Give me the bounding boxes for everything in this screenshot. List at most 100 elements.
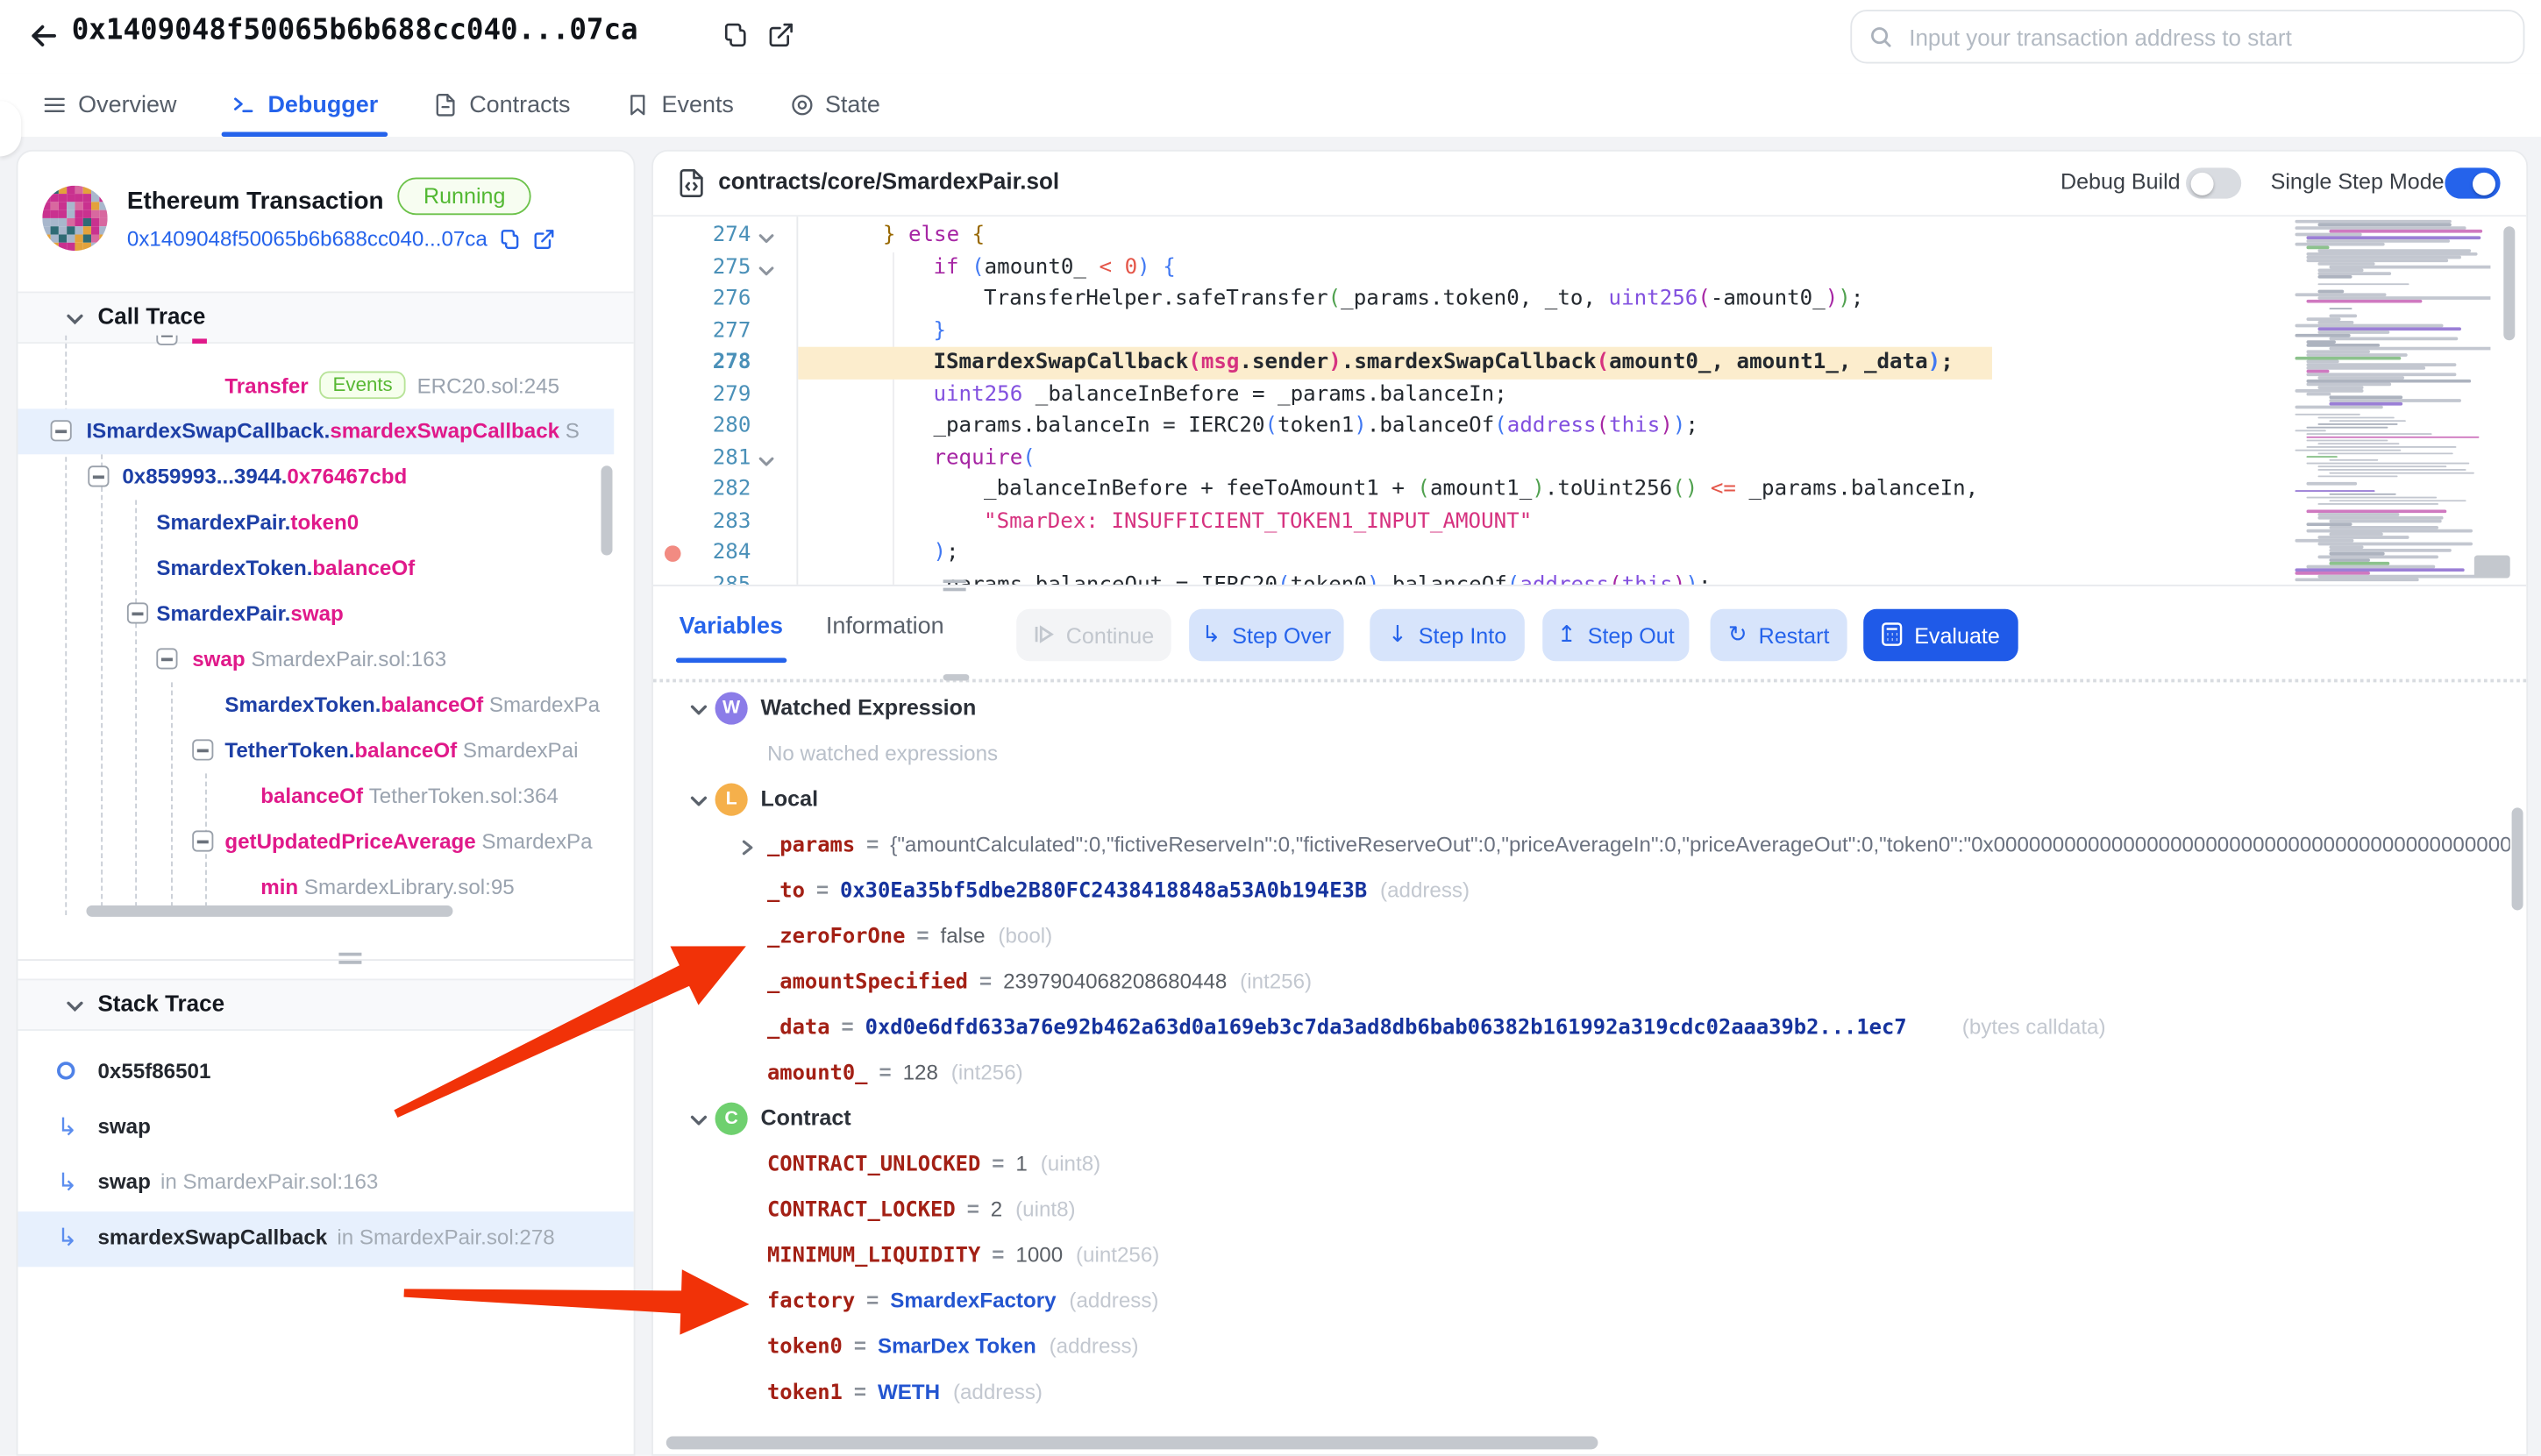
external-link-icon[interactable] — [767, 21, 795, 49]
search-input[interactable] — [1906, 22, 2507, 51]
step-into-button[interactable]: ↓Step Into — [1370, 609, 1524, 661]
restart-button[interactable]: ↻Restart — [1711, 609, 1847, 661]
line-number[interactable]: 276 — [680, 283, 751, 315]
tree-collapse-box[interactable] — [156, 336, 177, 345]
debug-build-label: Debug Build — [2061, 169, 2181, 194]
call-trace-row[interactable]: SmardexPair.swap — [18, 591, 614, 636]
line-number[interactable]: 285 — [680, 569, 751, 585]
variables-hscrollbar[interactable] — [666, 1436, 1598, 1449]
variable-value: 2 — [991, 1196, 1002, 1220]
code-line-281[interactable]: 281require( — [653, 442, 2528, 473]
stack-trace-row[interactable]: ↳swap — [18, 1101, 633, 1156]
resize-dotted-divider[interactable] — [653, 679, 2526, 683]
call-trace-label: getUpdatedPriceAverage SmardexPa — [224, 828, 592, 853]
tab-information[interactable]: Information — [822, 604, 947, 650]
back-icon[interactable] — [26, 18, 62, 53]
variables-vscrollbar[interactable] — [2512, 807, 2523, 910]
line-number[interactable]: 274 — [680, 220, 751, 252]
step-out-button[interactable]: ↥Step Out — [1542, 609, 1689, 661]
tab-contracts[interactable]: Contracts — [424, 74, 580, 137]
call-trace-row[interactable]: min SmardexLibrary.sol:95 — [18, 864, 614, 910]
call-trace-row[interactable]: getUpdatedPriceAverage SmardexPa — [18, 819, 614, 864]
chevron-down-icon[interactable] — [689, 1109, 708, 1128]
call-trace-row[interactable]: TransferEventsERC20.sol:245 — [18, 363, 614, 408]
code-line-274[interactable]: 274} else { — [653, 220, 2528, 252]
external-link-icon[interactable] — [533, 227, 556, 250]
code-line-276[interactable]: 276TransferHelper.safeTransfer(_params.t… — [653, 283, 2528, 315]
code-line-284[interactable]: 284); — [653, 537, 2528, 569]
line-number[interactable]: 279 — [680, 379, 751, 410]
tab-variables[interactable]: Variables — [676, 604, 786, 650]
fold-chevron-icon[interactable] — [758, 226, 775, 244]
copy-icon[interactable] — [722, 21, 750, 49]
transaction-address[interactable]: 0x1409048f50065b6b688cc040...07ca — [127, 226, 488, 251]
variable-row-MINIMUM_LIQUIDITY: MINIMUM_LIQUIDITY=1000(uint256) — [653, 1232, 2510, 1278]
code-line-282[interactable]: 282_balanceInBefore + feeToAmount1 + (am… — [653, 474, 2528, 506]
tab-state[interactable]: State — [779, 74, 890, 137]
call-trace-row[interactable]: SmardexPair.token0 — [18, 500, 614, 545]
tab-events[interactable]: Events — [616, 74, 744, 137]
code-line-278[interactable]: 278ISmardexSwapCallback(msg.sender).smar… — [653, 347, 2528, 379]
call-trace-hscrollbar[interactable] — [86, 906, 452, 917]
line-number[interactable]: 275 — [680, 252, 751, 283]
stack-trace-row[interactable]: 0x55f86501 — [18, 1046, 633, 1101]
variable-value[interactable]: WETH — [878, 1379, 940, 1403]
call-trace-row[interactable]: SmardexToken.balanceOf SmardexPa — [18, 682, 614, 728]
line-number[interactable]: 283 — [680, 506, 751, 537]
variables-section-local[interactable]: LLocal — [653, 777, 2510, 822]
button-label: Step Into — [1419, 623, 1506, 648]
variables-section-contract[interactable]: CContract — [653, 1096, 2510, 1141]
code-file-icon — [676, 167, 707, 198]
resize-handle[interactable] — [943, 579, 966, 591]
tab-overview[interactable]: Overview — [32, 74, 186, 137]
call-trace-row[interactable]: TetherToken.balanceOf SmardexPai — [18, 728, 614, 773]
stack-frame-name: smardexSwapCallback — [97, 1225, 327, 1249]
call-trace-row[interactable]: balanceOf TetherToken.sol:364 — [18, 773, 614, 819]
variables-section-watched-expression[interactable]: WWatched Expression — [653, 685, 2510, 731]
variable-value[interactable]: SmarDex Token — [878, 1333, 1036, 1358]
line-number[interactable]: 284 — [680, 537, 751, 569]
tree-collapse-box[interactable] — [192, 739, 213, 760]
tree-collapse-box[interactable] — [127, 602, 148, 623]
resize-handle[interactable] — [338, 953, 361, 964]
debug-build-toggle[interactable] — [2186, 167, 2241, 198]
resize-handle[interactable] — [943, 674, 970, 680]
fold-chevron-icon[interactable] — [758, 258, 775, 275]
code-header: contracts/core/SmardexPair.sol Debug Bui… — [653, 152, 2526, 217]
code-line-275[interactable]: 275if (amount0_ < 0) { — [653, 252, 2528, 283]
evaluate-button[interactable]: Evaluate — [1863, 609, 2018, 661]
code-line-280[interactable]: 280_params.balanceIn = IERC20(token1).ba… — [653, 410, 2528, 442]
call-trace-row[interactable]: 0x859993...3944.0x76467cbd — [18, 454, 614, 500]
copy-icon[interactable] — [499, 227, 522, 250]
tree-collapse-box[interactable] — [192, 830, 213, 851]
tree-collapse-box[interactable] — [51, 420, 72, 441]
fold-chevron-icon[interactable] — [758, 449, 775, 466]
variable-value[interactable]: SmardexFactory — [890, 1288, 1056, 1312]
stack-trace-row[interactable]: ↳swapin SmardexPair.sol:163 — [18, 1156, 633, 1211]
code-line-283[interactable]: 283"SmarDex: INSUFFICIENT_TOKEN1_INPUT_A… — [653, 506, 2528, 537]
panel-divider — [653, 585, 2526, 586]
code-line-277[interactable]: 277} — [653, 315, 2528, 346]
calculator-icon — [1882, 621, 1903, 650]
line-number[interactable]: 280 — [680, 410, 751, 442]
call-trace-vscrollbar[interactable] — [601, 465, 612, 555]
call-trace-row[interactable]: swap SmardexPair.sol:163 — [18, 636, 614, 682]
line-number[interactable]: 282 — [680, 474, 751, 506]
chevron-down-icon[interactable] — [689, 790, 708, 809]
code-line-279[interactable]: 279uint256 _balanceInBefore = _params.ba… — [653, 379, 2528, 410]
tree-collapse-box[interactable] — [156, 648, 177, 669]
stack-trace-header[interactable]: Stack Trace — [18, 978, 633, 1030]
single-step-toggle[interactable] — [2445, 167, 2500, 198]
tree-collapse-box[interactable] — [88, 465, 109, 487]
expand-chevron-icon[interactable] — [738, 835, 756, 853]
step-over-button[interactable]: ↳Step Over — [1189, 609, 1343, 661]
call-trace-row[interactable]: SmardexToken.balanceOf — [18, 545, 614, 591]
call-trace-row[interactable]: ISmardexSwapCallback.smardexSwapCallback… — [18, 408, 614, 454]
line-number[interactable]: 278 — [680, 347, 751, 379]
stack-trace-row[interactable]: ↳smardexSwapCallbackin SmardexPair.sol:2… — [18, 1211, 633, 1267]
chevron-down-icon[interactable] — [689, 699, 708, 718]
tab-debugger[interactable]: Debugger — [222, 74, 388, 137]
line-number[interactable]: 281 — [680, 442, 751, 473]
line-number[interactable]: 277 — [680, 315, 751, 346]
code-line-285[interactable]: 285_params.balanceOut = IERC20(token0).b… — [653, 569, 2528, 585]
